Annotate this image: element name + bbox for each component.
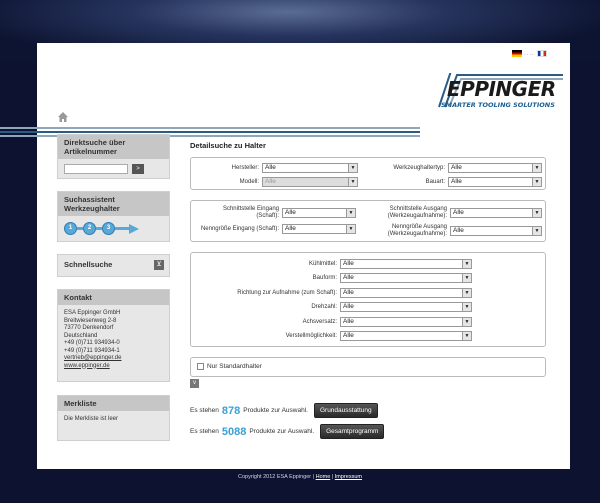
modell-select: Alle ▼	[262, 177, 358, 187]
eppinger-logo[interactable]: EPPINGER SMARTER TOOLING SOLUTIONS	[435, 73, 565, 123]
page-container: .... EPPINGER SMARTER TOOLING SOLUTIONS …	[0, 43, 570, 469]
contact-line: 73770 Denkendorf	[64, 325, 114, 331]
contact-web-link[interactable]: www.eppinger.de	[64, 363, 110, 369]
logo-tagline: SMARTER TOOLING SOLUTIONS	[441, 101, 555, 109]
result-count: 5088	[221, 425, 247, 438]
result-prefix: Es stehen	[190, 407, 219, 414]
schnittstelle-ausgang-select[interactable]: Alle ▼	[450, 208, 542, 218]
assistant-step-1[interactable]: 1	[64, 222, 77, 235]
home-icon[interactable]	[57, 111, 69, 123]
standard-only-checkbox[interactable]	[197, 363, 204, 370]
filter-panel-interface: Schnittstelle Eingang (Schaft): Alle ▼ Ne…	[190, 200, 546, 242]
verstellmoeglichkeit-label: Verstellmöglichkeit:	[285, 332, 337, 339]
bauform-select[interactable]: Alle ▼	[340, 273, 472, 283]
result-suffix: Produkte zur Auswahl.	[243, 407, 308, 414]
kuehlmittel-select[interactable]: Alle ▼	[340, 259, 472, 269]
search-go-button[interactable]: >	[132, 164, 144, 174]
bauform-label: Bauform:	[312, 274, 337, 281]
contact-line: ESA Eppinger GmbH	[64, 310, 121, 316]
footer-home-link[interactable]: Home	[316, 474, 331, 480]
achsversatz-select[interactable]: Alle ▼	[340, 317, 472, 327]
hersteller-select[interactable]: Alle ▼	[262, 163, 358, 173]
contact-line: +49 (0)711 934934-0	[64, 340, 120, 346]
wishlist-empty-text: Die Merkliste ist leer	[64, 416, 119, 422]
wishlist-title: Merkliste	[58, 396, 169, 411]
arrow-right-icon	[129, 223, 139, 234]
assistant-steps: 1 2 3	[64, 222, 163, 235]
standard-filter-panel: Nur Standardhalter	[190, 357, 546, 377]
contact-line: Breitwiesenweg 2-8	[64, 317, 117, 324]
modell-label: Modell:	[239, 178, 259, 185]
flag-fr-icon[interactable]	[536, 50, 547, 57]
verstellmoeglichkeit-select[interactable]: Alle ▼	[340, 331, 472, 341]
result-count: 878	[221, 404, 241, 417]
contact-line: +49 (0)711 934934-1	[64, 347, 120, 354]
article-number-input[interactable]	[64, 164, 128, 174]
schnittstelle-ausgang-label: Schnittstelle Ausgang (Werkzeugaufnahme)…	[387, 206, 447, 219]
footer: Copyright 2012 ESA Eppinger | Home | Imp…	[0, 474, 600, 480]
contact-email-link[interactable]: vertrieb@eppinger.de	[64, 355, 121, 361]
toggle-more-button[interactable]: v	[190, 379, 199, 388]
werkzeughaltertyp-label: Werkzeughaltertyp:	[393, 164, 445, 171]
footer-separator: |	[331, 474, 334, 480]
quick-search-box[interactable]: Schnellsuche ⊻	[57, 254, 170, 277]
contact-title: Kontakt	[58, 290, 169, 305]
expand-icon[interactable]: ⊻	[154, 260, 164, 270]
drehzahl-select[interactable]: Alle ▼	[340, 302, 472, 312]
werkzeughaltertyp-select[interactable]: Alle ▼	[448, 163, 542, 173]
copyright-text: Copyright 2012 ESA Eppinger |	[238, 474, 315, 480]
assistant-step-2[interactable]: 2	[83, 222, 96, 235]
footer-impressum-link[interactable]: Impressum	[335, 474, 362, 480]
drehzahl-label: Drehzahl:	[311, 303, 337, 310]
result-suffix: Produkte zur Auswahl.	[249, 428, 315, 435]
nenngroesse-ausgang-select[interactable]: Alle ▼	[450, 226, 542, 236]
quick-search-title: Schnellsuche	[58, 255, 169, 272]
richtung-select[interactable]: Alle ▼	[340, 288, 472, 298]
result-prefix: Es stehen	[190, 428, 219, 435]
search-assistant-box[interactable]: Suchassistent Werkzeughalter 1 2 3	[57, 191, 170, 242]
achsversatz-label: Achsversatz:	[302, 318, 337, 325]
language-separator: ....	[524, 50, 535, 57]
search-assistant-title: Suchassistent Werkzeughalter	[58, 192, 169, 216]
flag-de-icon[interactable]	[512, 50, 522, 57]
nenngroesse-ausgang-label: Nenngröße Ausgang (Werkzeugaufnahme):	[387, 224, 447, 237]
hersteller-label: Hersteller:	[231, 164, 259, 171]
filter-panel-basic: Hersteller: Alle ▼ Modell: Alle ▼ Werkzeug…	[190, 157, 546, 190]
wishlist-box: Merkliste Die Merkliste ist leer	[57, 395, 170, 441]
contact-box: Kontakt ESA Eppinger GmbH Breitwiesenweg…	[57, 289, 170, 382]
direct-search-box: Direktsuche über Artikelnummer >	[57, 134, 170, 179]
logo-name: EPPINGER	[447, 77, 556, 101]
schnittstelle-eingang-label: Schnittstelle Eingang (Schaft):	[222, 206, 279, 219]
result-row-basic: Es stehen 878 Produkte zur Auswahl. Grun…	[190, 403, 378, 418]
language-switcher: ....	[512, 50, 547, 57]
bauart-label: Bauart:	[425, 178, 445, 185]
bauart-select[interactable]: Alle ▼	[448, 177, 542, 187]
direct-search-title: Direktsuche über Artikelnummer	[58, 135, 169, 159]
richtung-label: Richtung zur Aufnahme (zum Schaft):	[237, 289, 337, 296]
nenngroesse-eingang-label: Nenngröße Eingang (Schaft):	[200, 225, 279, 232]
result-row-full: Es stehen 5088 Produkte zur Auswahl. Ges…	[190, 424, 385, 439]
standard-only-label: Nur Standardhalter	[207, 363, 262, 370]
kuehlmittel-label: Kühlmittel:	[308, 260, 337, 267]
assistant-step-3[interactable]: 3	[102, 222, 115, 235]
schnittstelle-eingang-select[interactable]: Alle ▼	[282, 208, 356, 218]
grundausstattung-button[interactable]: Grundausstattung	[313, 403, 378, 418]
filter-panel-properties: Kühlmittel: Alle ▼ Bauform: Alle ▼ Richtun…	[190, 252, 546, 347]
page-title: Detailsuche zu Halter	[190, 141, 266, 150]
gesamtprogramm-button[interactable]: Gesamtprogramm	[320, 424, 385, 439]
contact-line: Deutschland	[64, 332, 98, 339]
nenngroesse-eingang-select[interactable]: Alle ▼	[282, 224, 356, 234]
